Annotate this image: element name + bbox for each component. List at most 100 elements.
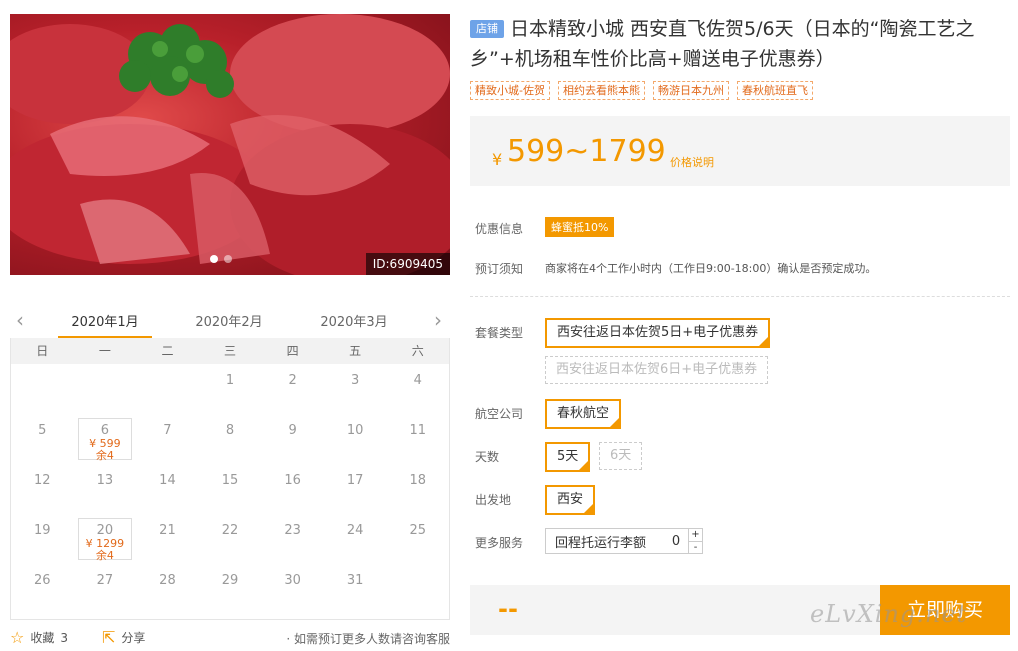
tab-month-1[interactable]: 2020年1月 <box>58 311 152 339</box>
day-number: 7 <box>163 423 172 438</box>
package-option-6d[interactable]: 西安往返日本佐贺6日+电子优惠券 <box>545 356 769 384</box>
day-number: 10 <box>346 423 364 438</box>
promo-badge: 蜂蜜抵10% <box>545 217 615 237</box>
day-number: 16 <box>284 473 301 488</box>
day-number: 31 <box>346 573 364 588</box>
calendar-day: 7 <box>136 414 199 464</box>
calendar-empty-cell <box>136 364 199 414</box>
luggage-stepper[interactable]: 回程托运行李额 0 + - <box>545 528 703 554</box>
stepper-buttons: + - <box>688 529 702 553</box>
calendar-body: 1 2 3 4 5 6 ¥ 599 余4 7 8 9 10 11 12 13 14 15 16 17 18 19 20 ¥ … <box>11 364 449 614</box>
days-option-6[interactable]: 6天 <box>599 442 643 470</box>
buy-bar: -- 立即购买 <box>470 585 1010 635</box>
weekday-label: 日 <box>36 344 49 358</box>
calendar-day: 12 <box>11 464 74 514</box>
notice-label: 预订须知 <box>475 262 524 276</box>
service-label: 更多服务 <box>475 536 524 550</box>
calendar-month-nav: ‹ 2020年1月 2020年2月 2020年3月 › <box>10 300 450 340</box>
package-label: 套餐类型 <box>475 326 524 340</box>
airline-label: 航空公司 <box>475 407 524 421</box>
carousel-dots <box>210 255 232 263</box>
calendar-day: 5 <box>11 414 74 464</box>
promo-label: 优惠信息 <box>475 222 524 236</box>
calendar-day: 4 <box>386 364 449 414</box>
day-number: 15 <box>221 473 239 488</box>
meat-illustration <box>10 14 450 275</box>
product-tag[interactable]: 春秋航班直飞 <box>736 81 813 100</box>
decrement-button[interactable]: - <box>689 542 702 554</box>
product-actions: ☆ 收藏 3 ⇱ 分享 · 如需预订更多人数请咨询客服 <box>10 628 450 648</box>
calendar-day: 1 <box>199 364 262 414</box>
day-number: 2 <box>288 373 297 388</box>
weekday-label: 三 <box>224 344 237 358</box>
calendar-day: 8 <box>199 414 262 464</box>
day-number: 4 <box>413 373 422 388</box>
calendar-day: 31 <box>324 564 387 614</box>
day-number: 25 <box>409 523 427 538</box>
prev-month-icon[interactable]: ‹ <box>16 308 24 332</box>
weekday-label: 二 <box>161 344 174 358</box>
calendar-week-row: 26 27 28 29 30 31 <box>11 564 449 614</box>
day-number: 22 <box>221 523 239 538</box>
calendar-day: 3 <box>324 364 387 414</box>
calendar-day[interactable]: 20 ¥ 1299 余4 <box>74 514 137 564</box>
calendar-week-row: 1 2 3 4 <box>11 364 449 414</box>
calendar-grid: 日 一 二 三 四 五 六 1 2 3 4 5 6 ¥ 599 余4 7 8 9 10 11 12 13 14… <box>10 338 450 620</box>
currency-symbol: ¥ <box>492 150 503 169</box>
weekday-label: 一 <box>98 344 111 358</box>
calendar-day: 13 <box>74 464 137 514</box>
day-number: 5 <box>38 423 47 438</box>
carousel-dot[interactable] <box>210 255 218 263</box>
day-number: 21 <box>159 523 176 538</box>
product-info: 店铺 日本精致小城 西安直飞佐贺5/6天（日本的“陶瓷工艺之乡”+机场租车性价比高… <box>470 14 1010 100</box>
product-tag[interactable]: 相约去看熊本熊 <box>557 81 645 100</box>
calendar-day: 14 <box>136 464 199 514</box>
buy-now-button[interactable]: 立即购买 <box>880 585 1010 635</box>
calendar-day: 15 <box>199 464 262 514</box>
calendar-week-row: 12 13 14 15 16 17 18 <box>11 464 449 514</box>
star-icon: ☆ <box>10 628 25 647</box>
calendar-day: 16 <box>261 464 324 514</box>
favorite-count: 3 <box>60 630 68 645</box>
calendar-day[interactable]: 6 ¥ 599 余4 <box>74 414 137 464</box>
day-number: 30 <box>284 573 301 588</box>
depart-option[interactable]: 西安 <box>545 485 596 515</box>
package-option-5d[interactable]: 西安往返日本佐贺5日+电子优惠券 <box>545 318 771 348</box>
product-tag[interactable]: 畅游日本九州 <box>652 81 729 100</box>
day-number: 12 <box>34 473 51 488</box>
calendar-day: 23 <box>261 514 324 564</box>
day-number: 19 <box>34 523 51 538</box>
calendar-week-row: 19 20 ¥ 1299 余4 21 22 23 24 25 <box>11 514 449 564</box>
calendar-day: 30 <box>261 564 324 614</box>
product-image[interactable]: ID:6909405 <box>10 14 450 275</box>
day-number: 26 <box>34 573 51 588</box>
tab-month-3[interactable]: 2020年3月 <box>307 311 401 330</box>
product-tags: 精致小城-佐贺 相约去看熊本熊 畅游日本九州 春秋航班直飞 <box>470 81 1010 100</box>
tab-month-2[interactable]: 2020年2月 <box>182 311 276 330</box>
shop-badge[interactable]: 店铺 <box>470 20 504 38</box>
day-number: 28 <box>159 573 176 588</box>
favorite-button[interactable]: ☆ 收藏 3 <box>10 628 68 647</box>
share-label: 分享 <box>121 631 146 645</box>
day-number: 1 <box>225 373 235 388</box>
stepper-value[interactable]: 0 <box>664 534 688 549</box>
calendar-day: 11 <box>386 414 449 464</box>
weekday-label: 四 <box>286 344 299 358</box>
total-price: -- <box>498 595 518 623</box>
days-option-5[interactable]: 5天 <box>545 442 591 472</box>
calendar-empty-cell <box>11 364 74 414</box>
calendar-day: 2 <box>261 364 324 414</box>
price-explanation-link[interactable]: 价格说明 <box>670 154 714 170</box>
calendar-day: 18 <box>386 464 449 514</box>
airline-option[interactable]: 春秋航空 <box>545 399 622 429</box>
notice-text: 商家将在4个工作小时内（工作日9:00-18:00）确认是否预定成功。 <box>545 262 877 275</box>
increment-button[interactable]: + <box>689 529 702 542</box>
next-month-icon[interactable]: › <box>434 308 442 332</box>
calendar-weekday-header: 日 一 二 三 四 五 六 <box>11 338 449 364</box>
calendar-day: 26 <box>11 564 74 614</box>
product-tag[interactable]: 精致小城-佐贺 <box>470 81 550 100</box>
carousel-dot[interactable] <box>224 255 232 263</box>
calendar-day: 21 <box>136 514 199 564</box>
day-remaining: 余4 <box>95 449 114 462</box>
share-button[interactable]: ⇱ 分享 <box>102 628 145 647</box>
